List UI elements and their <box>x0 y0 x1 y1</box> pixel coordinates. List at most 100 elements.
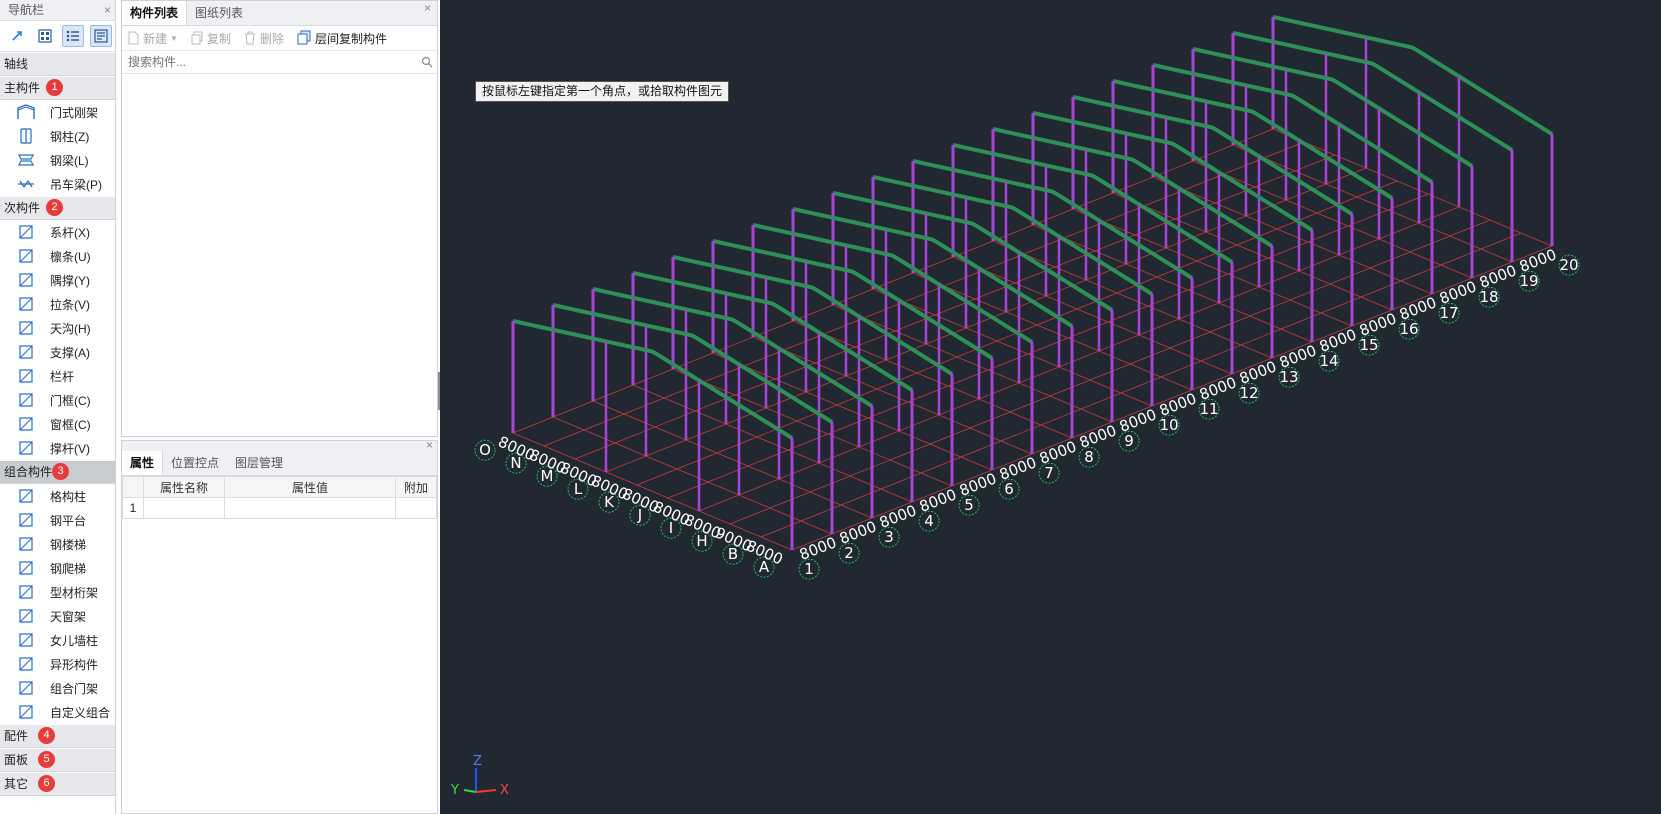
nav-item[interactable]: 组合门架 <box>0 676 115 700</box>
spacing-label: 8000 <box>797 533 839 563</box>
spacing-label: 8000 <box>837 517 879 547</box>
tab-layer-management[interactable]: 图层管理 <box>227 451 291 475</box>
component-search-input[interactable] <box>126 54 421 70</box>
component-search <box>122 51 437 74</box>
nav-close-icon[interactable]: × <box>104 0 111 20</box>
nav-item[interactable]: 钢柱(Z) <box>0 124 115 148</box>
property-name-cell[interactable] <box>143 497 225 519</box>
section-label: 配件 <box>4 729 29 743</box>
section-badge: 6 <box>38 775 55 792</box>
nav-item[interactable]: 格构柱 <box>0 484 115 508</box>
nav-item[interactable]: 栏杆 <box>0 364 115 388</box>
nav-item[interactable]: 钢平台 <box>0 508 115 532</box>
nav-title-bar: 导航栏 × <box>0 0 115 21</box>
snap-icon[interactable] <box>6 25 28 47</box>
chevron-down-icon[interactable]: ▼ <box>170 34 178 43</box>
property-tabs: 属性 位置控点 图层管理 <box>122 451 437 476</box>
nav-toolbar <box>0 21 115 52</box>
axis-label: O <box>479 441 491 459</box>
window-frame-icon <box>19 417 33 431</box>
nav-item[interactable]: 窗框(C) <box>0 412 115 436</box>
gutter-icon <box>19 321 33 335</box>
nav-item-label: 型材桁架 <box>50 585 99 600</box>
nav-item-label: 窗框(C) <box>50 417 91 432</box>
grid-line <box>574 154 1336 460</box>
nav-item[interactable]: 檩条(U) <box>0 244 115 268</box>
section-badge: 4 <box>38 727 55 744</box>
table-row[interactable]: 1 <box>122 497 437 519</box>
nav-title: 导航栏 <box>8 3 45 17</box>
property-panel: × 属性 位置控点 图层管理 属性名称 属性值 附加 1 <box>121 438 438 814</box>
spacing-label: 8000 <box>1117 405 1159 435</box>
property-extra-cell[interactable] <box>395 497 437 519</box>
model-viewport[interactable]: 1 8000 2 8000 3 8000 4 8000 5 8000 6 8000 7 8000 8 8000… <box>440 0 1661 814</box>
grid-icon[interactable] <box>34 25 56 47</box>
tab-component-list[interactable]: 构件列表 <box>122 1 188 25</box>
nav-item[interactable]: 钢爬梯 <box>0 556 115 580</box>
nav-item-label: 门式刚架 <box>50 105 99 120</box>
nav-item[interactable]: 自定义组合 <box>0 700 115 724</box>
steel-structure-model[interactable]: 18000 28000 38000 48000 58000 68000 78000 88000… <box>440 0 1661 814</box>
command-tooltip: 按鼠标左键指定第一个角点，或拾取构件图元 <box>475 81 730 102</box>
floor-copy-icon <box>297 30 311 45</box>
component-close-icon[interactable]: × <box>424 1 431 25</box>
section-label: 组合构件 <box>4 465 53 479</box>
tab-position-points[interactable]: 位置控点 <box>163 451 227 475</box>
nav-item[interactable]: 拉条(V) <box>0 292 115 316</box>
nav-item[interactable]: 撑杆(V) <box>0 436 115 460</box>
tab-properties[interactable]: 属性 <box>122 451 164 475</box>
property-close-icon[interactable]: × <box>426 438 433 452</box>
nav-section-combo[interactable]: 组合构件 3 <box>0 461 115 484</box>
nav-item[interactable]: 门框(C) <box>0 388 115 412</box>
nav-item-label: 钢楼梯 <box>50 537 87 552</box>
x-axis-label: X <box>500 783 509 798</box>
nav-item-label: 钢爬梯 <box>50 561 87 576</box>
copy-button[interactable]: 复制 <box>190 30 231 47</box>
trash-icon <box>244 31 255 45</box>
list-icon[interactable] <box>62 25 84 47</box>
y-axis-label: Y <box>450 783 459 798</box>
property-value-cell[interactable] <box>224 497 396 519</box>
nav-item[interactable]: 系杆(X) <box>0 220 115 244</box>
nav-item[interactable]: 异形构件 <box>0 652 115 676</box>
nav-item-label: 格构柱 <box>50 489 87 504</box>
nav-item[interactable]: 型材桁架 <box>0 580 115 604</box>
nav-section-panel[interactable]: 面板 5 <box>0 749 115 772</box>
nav-item[interactable]: 天窗架 <box>0 604 115 628</box>
purlin-icon <box>19 249 33 263</box>
nav-item-label: 天窗架 <box>50 609 87 624</box>
combo-items: 格构柱钢平台钢楼梯钢爬梯型材桁架天窗架女儿墙柱 异形构件 组合门架 自定义组合 <box>0 484 115 724</box>
nav-item[interactable]: 吊车梁(P) <box>0 172 115 196</box>
nav-item[interactable]: 钢梁(L) <box>0 148 115 172</box>
detail-icon[interactable] <box>90 25 112 47</box>
section-label: 主构件 <box>4 81 41 95</box>
section-badge: 5 <box>38 751 55 768</box>
nav-item[interactable]: 支撑(A) <box>0 340 115 364</box>
spacing-label: 8000 <box>957 469 999 499</box>
nav-section-other[interactable]: 其它 6 <box>0 773 115 796</box>
section-label: 次构件 <box>4 201 41 215</box>
nav-section-axis[interactable]: 轴线 <box>0 53 115 76</box>
column-header: 属性名称 <box>143 476 225 498</box>
floor-copy-button[interactable]: 层间复制构件 <box>296 30 387 47</box>
delete-button[interactable]: 删除 <box>243 30 284 47</box>
nav-item[interactable]: 门式刚架 <box>0 100 115 124</box>
lattice-column-icon <box>19 489 33 503</box>
nav-section-main[interactable]: 主构件 1 <box>0 77 115 100</box>
table-header: 属性名称 属性值 附加 <box>122 476 437 498</box>
floor-copy-label: 层间复制构件 <box>314 31 387 46</box>
search-icon[interactable] <box>421 56 433 68</box>
steel-column-icon <box>20 128 32 144</box>
tab-drawing-list[interactable]: 图纸列表 <box>187 1 251 25</box>
nav-section-fittings[interactable]: 配件 4 <box>0 725 115 748</box>
nav-section-secondary[interactable]: 次构件 2 <box>0 197 115 220</box>
nav-item-label: 钢柱(Z) <box>50 129 90 144</box>
nav-item[interactable]: 女儿墙柱 <box>0 628 115 652</box>
new-button[interactable]: 新建 ▼ <box>126 30 178 47</box>
x-axis-line <box>475 789 497 793</box>
nav-item[interactable]: 隅撑(Y) <box>0 268 115 292</box>
nav-item[interactable]: 天沟(H) <box>0 316 115 340</box>
property-table: 属性名称 属性值 附加 1 <box>122 476 437 519</box>
grid-line <box>729 219 1491 525</box>
nav-item[interactable]: 钢楼梯 <box>0 532 115 556</box>
